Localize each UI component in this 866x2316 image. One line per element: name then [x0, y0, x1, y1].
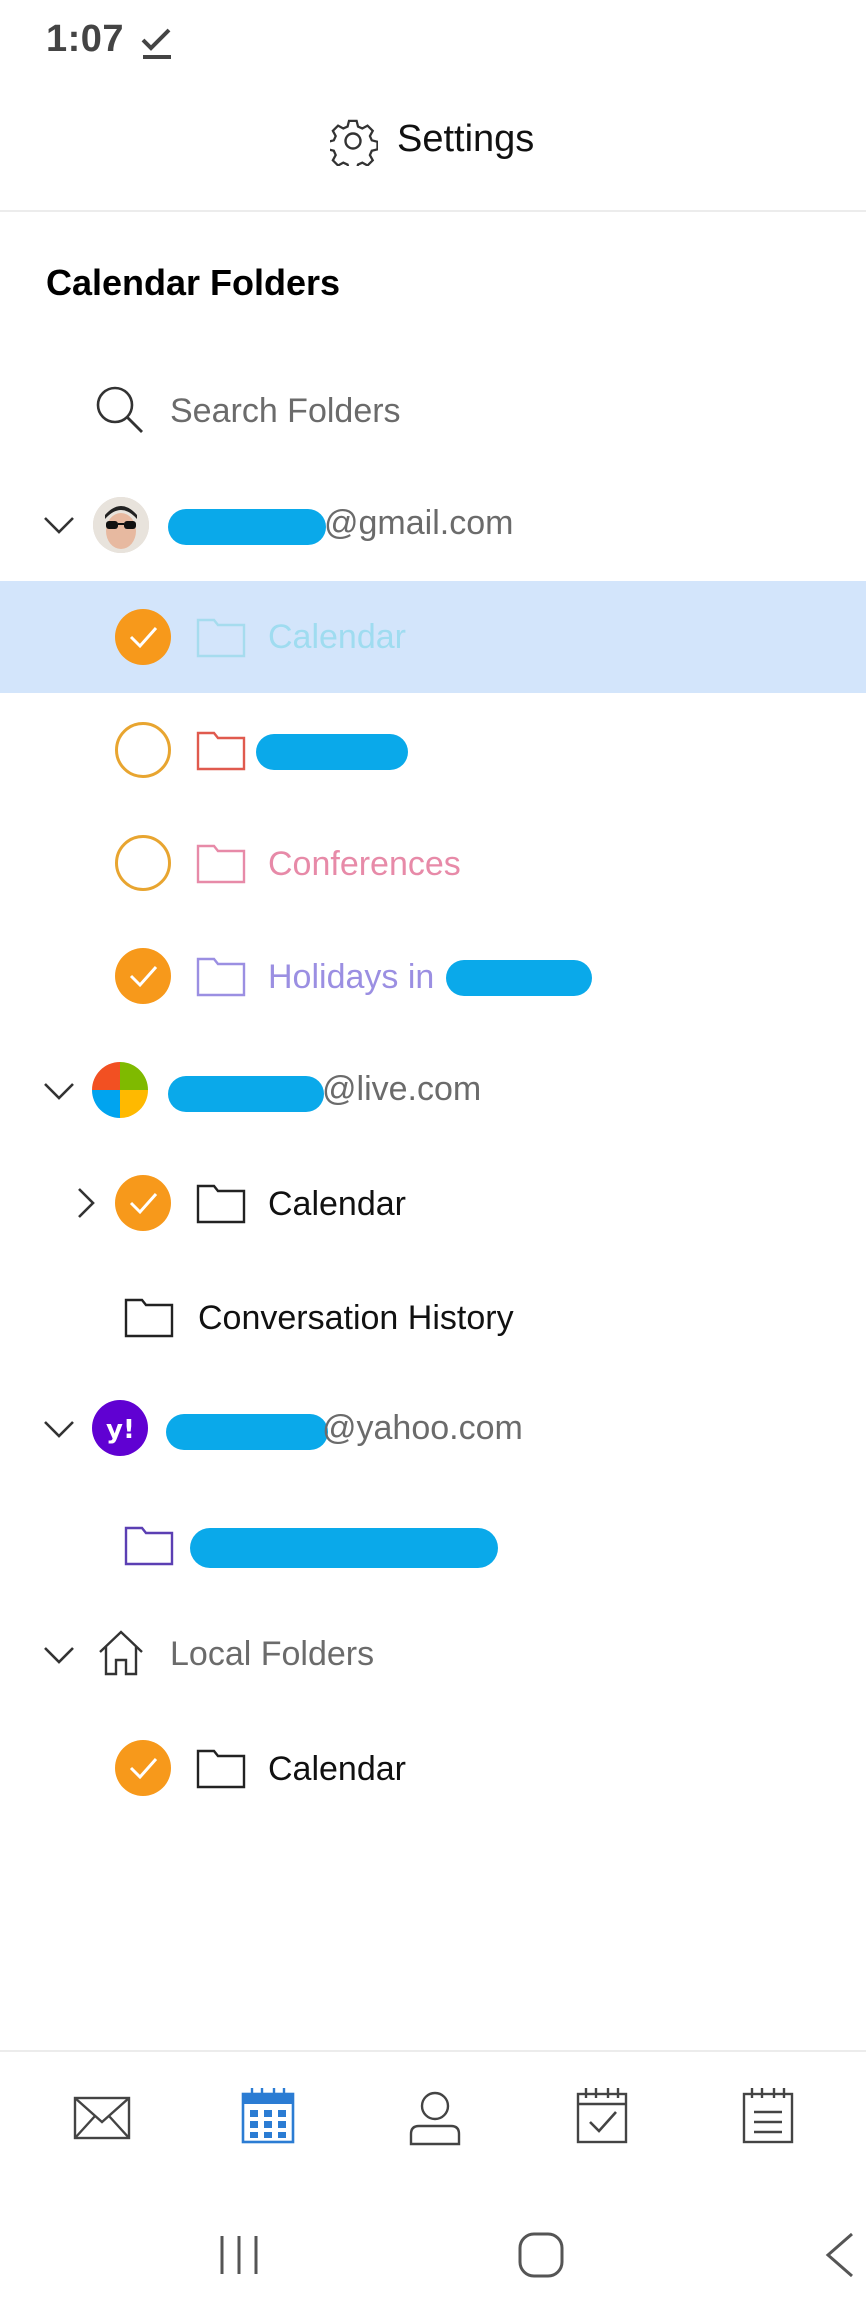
yahoo-logo-icon: y! [92, 1400, 148, 1456]
folder-icon [196, 844, 246, 884]
folder-icon [196, 1749, 246, 1789]
folder-icon [196, 731, 246, 771]
folder-label: Calendar [268, 1185, 406, 1223]
calendar-icon[interactable] [238, 2086, 298, 2146]
checkbox-checked[interactable] [115, 1740, 171, 1796]
folder-icon [196, 618, 246, 658]
back-icon[interactable] [820, 2230, 860, 2280]
tasks-icon[interactable] [572, 2086, 632, 2146]
gear-icon [330, 119, 378, 166]
recent-apps-icon[interactable] [214, 2230, 264, 2280]
redacted-folder-name [190, 1528, 498, 1568]
folder-icon [124, 1526, 174, 1566]
account-email-gmail[interactable]: @gmail.com [324, 504, 513, 543]
avatar [93, 497, 149, 553]
redacted-account-name [166, 1414, 328, 1450]
redacted-folder-name [446, 960, 592, 996]
mail-icon[interactable] [72, 2088, 132, 2148]
svg-text:y!: y! [106, 1415, 135, 1445]
folder-label: Holidays in [268, 958, 435, 996]
checkbox-checked[interactable] [115, 948, 171, 1004]
chevron-down-icon[interactable] [42, 508, 76, 542]
checkbox-unchecked[interactable] [115, 722, 171, 778]
folder-icon [196, 1184, 246, 1224]
chevron-down-icon[interactable] [42, 1074, 76, 1108]
folder-label: Conferences [268, 845, 461, 883]
redacted-account-name [168, 1076, 324, 1112]
checkbox-checked[interactable] [115, 1175, 171, 1231]
home-button-icon[interactable] [516, 2230, 566, 2280]
section-title: Calendar Folders [46, 262, 341, 303]
folder-label: Calendar [268, 1750, 406, 1788]
chevron-down-icon[interactable] [42, 1412, 76, 1446]
checkbox-unchecked[interactable] [115, 835, 171, 891]
folder-label: Calendar [268, 618, 406, 656]
local-folders-label[interactable]: Local Folders [170, 1635, 374, 1674]
task-check-icon [141, 28, 171, 59]
microsoft-logo-icon [92, 1062, 148, 1118]
home-icon [99, 1630, 143, 1676]
person-icon[interactable] [405, 2088, 465, 2148]
redacted-folder-name [256, 734, 408, 770]
redacted-account-name [168, 509, 326, 545]
folder-label[interactable]: Conversation History [198, 1299, 514, 1338]
account-email-yahoo[interactable]: @yahoo.com [322, 1409, 523, 1448]
page-title: Settings [397, 118, 535, 160]
folder-icon [124, 1298, 174, 1338]
chevron-right-icon[interactable] [74, 1186, 98, 1220]
system-nav-bar [0, 2186, 866, 2316]
account-email-live[interactable]: @live.com [322, 1070, 481, 1109]
checkbox-checked[interactable] [115, 609, 171, 665]
search-icon [96, 386, 143, 433]
status-time: 1:07 [46, 18, 125, 60]
notes-icon[interactable] [738, 2086, 798, 2146]
search-input[interactable]: Search Folders [170, 392, 401, 431]
chevron-down-icon[interactable] [42, 1638, 76, 1672]
folder-icon [196, 957, 246, 997]
